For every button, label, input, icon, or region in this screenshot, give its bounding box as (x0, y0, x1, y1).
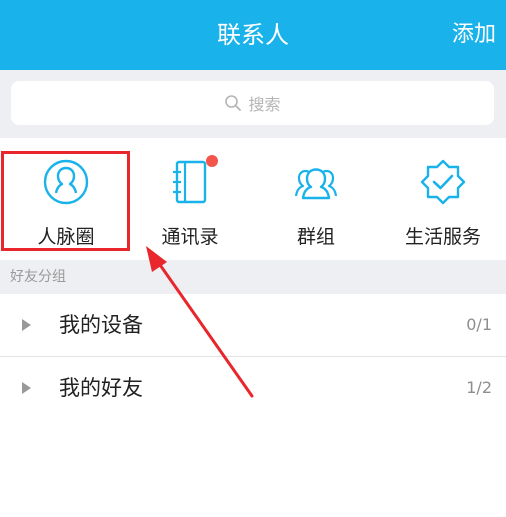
grid-item-label: 通讯录 (161, 226, 219, 248)
empty-area (0, 419, 506, 517)
page-title: 联系人 (217, 21, 289, 49)
expand-arrow-icon (22, 382, 31, 394)
grid-item-contacts-circle[interactable]: 人脉圈 (3, 138, 129, 260)
search-icon (225, 95, 242, 111)
grid-item-label: 生活服务 (404, 226, 481, 248)
group-count: 0/1 (466, 315, 492, 334)
group-name: 我的设备 (59, 313, 143, 337)
group-name: 我的好友 (59, 376, 143, 400)
address-book-icon (173, 160, 207, 204)
grid-item-life-service[interactable]: 生活服务 (380, 138, 506, 260)
search-bar-area: 搜索 (0, 70, 506, 138)
grid-item-label: 人脉圈 (37, 226, 95, 248)
friend-group-row[interactable]: 我的好友 1/2 (0, 357, 506, 419)
contacts-circle-icon (43, 159, 89, 205)
expand-arrow-icon (22, 319, 31, 331)
friend-group-row[interactable]: 我的设备 0/1 (0, 294, 506, 356)
search-placeholder: 搜索 (248, 95, 281, 114)
grid-item-address-book[interactable]: 通讯录 (127, 138, 253, 260)
app-header: 联系人 添加 (0, 0, 506, 70)
section-header: 好友分组 (0, 260, 506, 294)
life-service-icon (420, 159, 466, 205)
group-icon (294, 168, 338, 200)
grid-item-label: 群组 (296, 226, 335, 248)
group-count: 1/2 (466, 378, 492, 397)
notification-badge (206, 155, 218, 167)
search-input[interactable]: 搜索 (11, 81, 494, 125)
grid-item-group[interactable]: 群组 (253, 138, 379, 260)
feature-grid: 人脉圈 通讯录 群组 生活服务 (0, 138, 506, 260)
add-button[interactable]: 添加 (452, 0, 496, 70)
